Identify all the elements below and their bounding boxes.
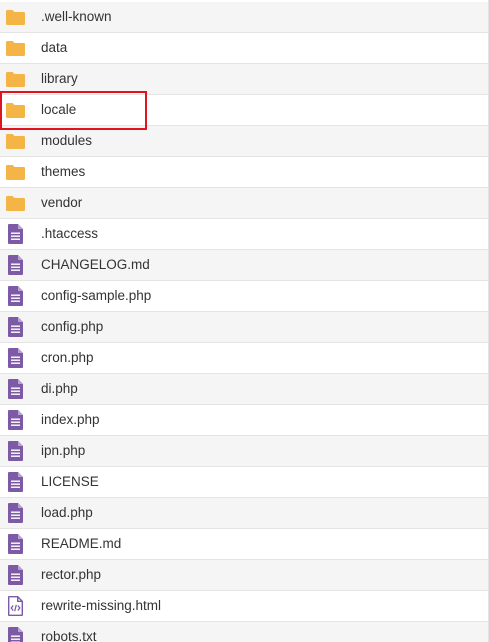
folder-icon <box>5 162 25 182</box>
item-name[interactable]: config.php <box>41 320 103 334</box>
file-text-icon <box>5 317 25 337</box>
file-text-icon <box>5 534 25 554</box>
file-row-rector-php[interactable]: rector.php <box>0 560 488 591</box>
item-name[interactable]: rector.php <box>41 568 101 582</box>
file-row-load-php[interactable]: load.php <box>0 498 488 529</box>
file-row-cron-php[interactable]: cron.php <box>0 343 488 374</box>
item-name[interactable]: themes <box>41 165 85 179</box>
item-name[interactable]: ipn.php <box>41 444 85 458</box>
folder-icon <box>5 7 25 27</box>
item-name[interactable]: config-sample.php <box>41 289 151 303</box>
file-text-icon <box>5 286 25 306</box>
file-text-icon <box>5 224 25 244</box>
folder-icon <box>5 38 25 58</box>
item-name[interactable]: rewrite-missing.html <box>41 599 161 613</box>
folder-row-library[interactable]: library <box>0 64 488 95</box>
file-text-icon <box>5 379 25 399</box>
item-name[interactable]: LICENSE <box>41 475 99 489</box>
folder-icon <box>5 69 25 89</box>
file-row-ipn-php[interactable]: ipn.php <box>0 436 488 467</box>
folder-icon <box>5 131 25 151</box>
item-name[interactable]: vendor <box>41 196 82 210</box>
item-name[interactable]: robots.txt <box>41 630 97 642</box>
file-text-icon <box>5 503 25 523</box>
folder-row-data[interactable]: data <box>0 33 488 64</box>
file-row-readme-md[interactable]: README.md <box>0 529 488 560</box>
file-row-config-sample-php[interactable]: config-sample.php <box>0 281 488 312</box>
item-name[interactable]: di.php <box>41 382 78 396</box>
folder-row-themes[interactable]: themes <box>0 157 488 188</box>
file-row-license[interactable]: LICENSE <box>0 467 488 498</box>
file-row-htaccess[interactable]: .htaccess <box>0 219 488 250</box>
folder-icon <box>5 100 25 120</box>
item-name[interactable]: .well-known <box>41 10 112 24</box>
file-text-icon <box>5 472 25 492</box>
item-name[interactable]: cron.php <box>41 351 94 365</box>
file-text-icon <box>5 255 25 275</box>
folder-row-modules[interactable]: modules <box>0 126 488 157</box>
file-row-config-php[interactable]: config.php <box>0 312 488 343</box>
folder-row-locale[interactable]: locale <box>0 95 488 126</box>
item-name[interactable]: library <box>41 72 78 86</box>
file-row-changelog-md[interactable]: CHANGELOG.md <box>0 250 488 281</box>
file-row-robots-txt[interactable]: robots.txt <box>0 622 488 642</box>
file-row-rewrite-missing-html[interactable]: rewrite-missing.html <box>0 591 488 622</box>
file-row-di-php[interactable]: di.php <box>0 374 488 405</box>
folder-row-well-known[interactable]: .well-known <box>0 2 488 33</box>
item-name[interactable]: .htaccess <box>41 227 98 241</box>
item-name[interactable]: index.php <box>41 413 100 427</box>
item-name[interactable]: load.php <box>41 506 93 520</box>
item-name[interactable]: data <box>41 41 67 55</box>
item-name[interactable]: CHANGELOG.md <box>41 258 150 272</box>
file-text-icon <box>5 565 25 585</box>
file-text-icon <box>5 441 25 461</box>
item-name[interactable]: locale <box>41 103 76 117</box>
file-code-icon <box>5 596 25 616</box>
file-row-index-php[interactable]: index.php <box>0 405 488 436</box>
file-text-icon <box>5 348 25 368</box>
folder-row-vendor[interactable]: vendor <box>0 188 488 219</box>
item-name[interactable]: modules <box>41 134 92 148</box>
file-text-icon <box>5 410 25 430</box>
file-text-icon <box>5 627 25 642</box>
file-list: .well-known data library locale modules theme… <box>0 0 489 642</box>
item-name[interactable]: README.md <box>41 537 121 551</box>
folder-icon <box>5 193 25 213</box>
file-list-rows: .well-known data library locale modules theme… <box>0 2 488 642</box>
